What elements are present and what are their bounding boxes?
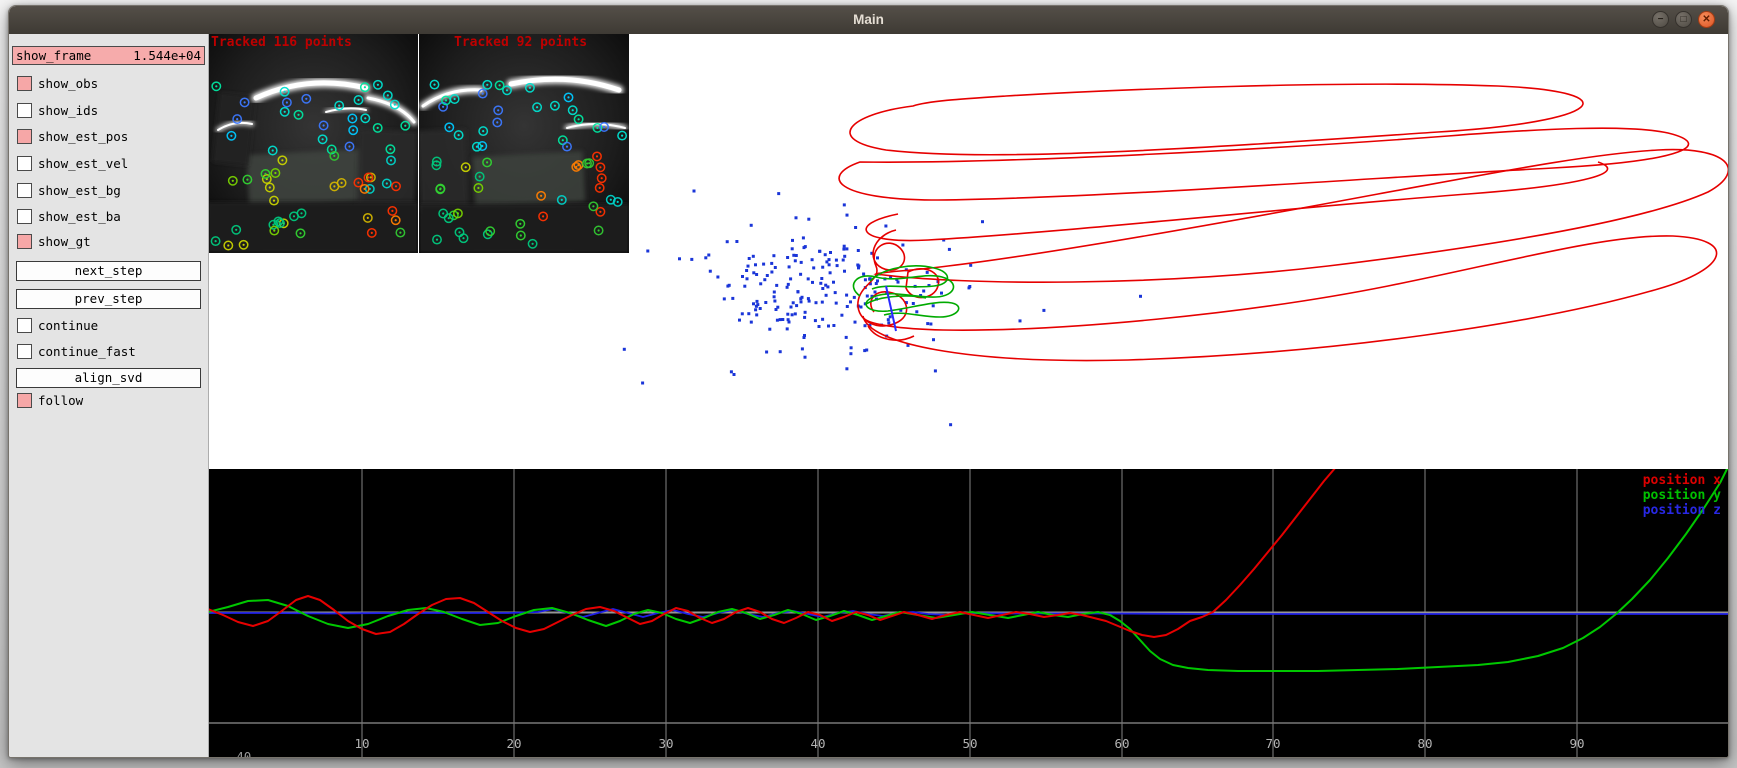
checkbox-label-show_est_vel: show_est_vel [38, 156, 128, 172]
x-tick-label: 30 [658, 736, 673, 751]
gt-trajectory-path [839, 128, 1688, 200]
minimize-icon: − [1653, 12, 1668, 27]
checkbox-show_est_pos[interactable] [17, 129, 32, 144]
maximize-button[interactable]: □ [1675, 11, 1692, 28]
x-tick-label: 60 [1114, 736, 1129, 751]
align_svd-button[interactable]: align_svd [16, 368, 201, 388]
checkbox-label-show_est_bg: show_est_bg [38, 183, 121, 199]
checkbox-follow[interactable] [17, 393, 32, 408]
show-frame-slider[interactable]: show_frame 1.544e+04 [12, 46, 205, 65]
checkbox-show_obs[interactable] [17, 76, 32, 91]
window-content: show_frame 1.544e+04 show_obs show_ids show_… [9, 34, 1728, 757]
window-title: Main [9, 6, 1728, 34]
gt-trajectory-path [863, 236, 1717, 361]
checkbox-label-show_est_pos: show_est_pos [38, 129, 128, 145]
x-tick-label: 50 [962, 736, 977, 751]
checkbox-label-show_ids: show_ids [38, 103, 98, 119]
legend-position-z: position z [1643, 503, 1721, 518]
plot-canvas: 1020304050607080900-40position xposition… [208, 469, 1728, 758]
maximize-icon: □ [1676, 12, 1691, 27]
x-tick-label: 80 [1417, 736, 1432, 751]
checkbox-continue_fast[interactable] [17, 344, 32, 359]
legend-position-x: position x [1643, 473, 1721, 488]
x-tick-label: 40 [810, 736, 825, 751]
next_step-button[interactable]: next_step [16, 261, 201, 281]
prev_step-button[interactable]: prev_step [16, 289, 201, 309]
checkbox-show_est_ba[interactable] [17, 209, 32, 224]
window-controls: −□ ✕ [1652, 11, 1715, 28]
minimize-button[interactable]: − [1652, 11, 1669, 28]
tracked-points-overlay: Tracked 116 points [211, 35, 352, 50]
checkbox-label-show_obs: show_obs [38, 76, 98, 92]
close-icon: ✕ [1699, 12, 1714, 27]
slider-value: 1.544e+04 [133, 47, 201, 64]
slider-label: show_frame [16, 47, 91, 64]
checkbox-show_est_bg[interactable] [17, 183, 32, 198]
checkbox-label-show_est_ba: show_est_ba [38, 209, 121, 225]
checkbox-label-continue_fast: continue_fast [38, 344, 136, 360]
gt-trajectory-path [866, 162, 1607, 241]
position-plot[interactable]: 1020304050607080900-40position xposition… [208, 469, 1728, 758]
gt-trajectory-path [906, 269, 939, 298]
checkbox-label-follow: follow [38, 393, 83, 409]
checkbox-label-show_gt: show_gt [38, 234, 91, 250]
camera-view-1: Tracked 92 points [419, 34, 629, 253]
control-panel: show_frame 1.544e+04 show_obs show_ids show_… [9, 34, 209, 758]
checkbox-show_ids[interactable] [17, 103, 32, 118]
camera-view-0: Tracked 116 points [208, 34, 418, 253]
checkbox-show_est_vel[interactable] [17, 156, 32, 171]
gt-trajectory-path [876, 150, 1728, 283]
landmark-point-cloud [612, 190, 1142, 427]
checkbox-show_gt[interactable] [17, 234, 32, 249]
checkbox-continue[interactable] [17, 318, 32, 333]
titlebar[interactable]: Main −□ ✕ [9, 6, 1728, 35]
x-tick-label: 10 [354, 736, 369, 751]
clipped-tick-label: -40 [229, 749, 252, 758]
x-tick-label: 20 [506, 736, 521, 751]
legend-position-y: position y [1643, 488, 1721, 503]
x-tick-label: 90 [1569, 736, 1584, 751]
estimated-trajectory-path [866, 296, 926, 304]
app-window: Main −□✕ show_frame1.544e+04show_obsshow… [8, 5, 1729, 758]
tracked-points-overlay: Tracked 92 points [454, 35, 587, 50]
x-tick-label: 70 [1265, 736, 1280, 751]
gt-trajectory-path [850, 84, 1583, 155]
close-button[interactable]: ✕ [1698, 11, 1715, 28]
checkbox-label-continue: continue [38, 318, 98, 334]
